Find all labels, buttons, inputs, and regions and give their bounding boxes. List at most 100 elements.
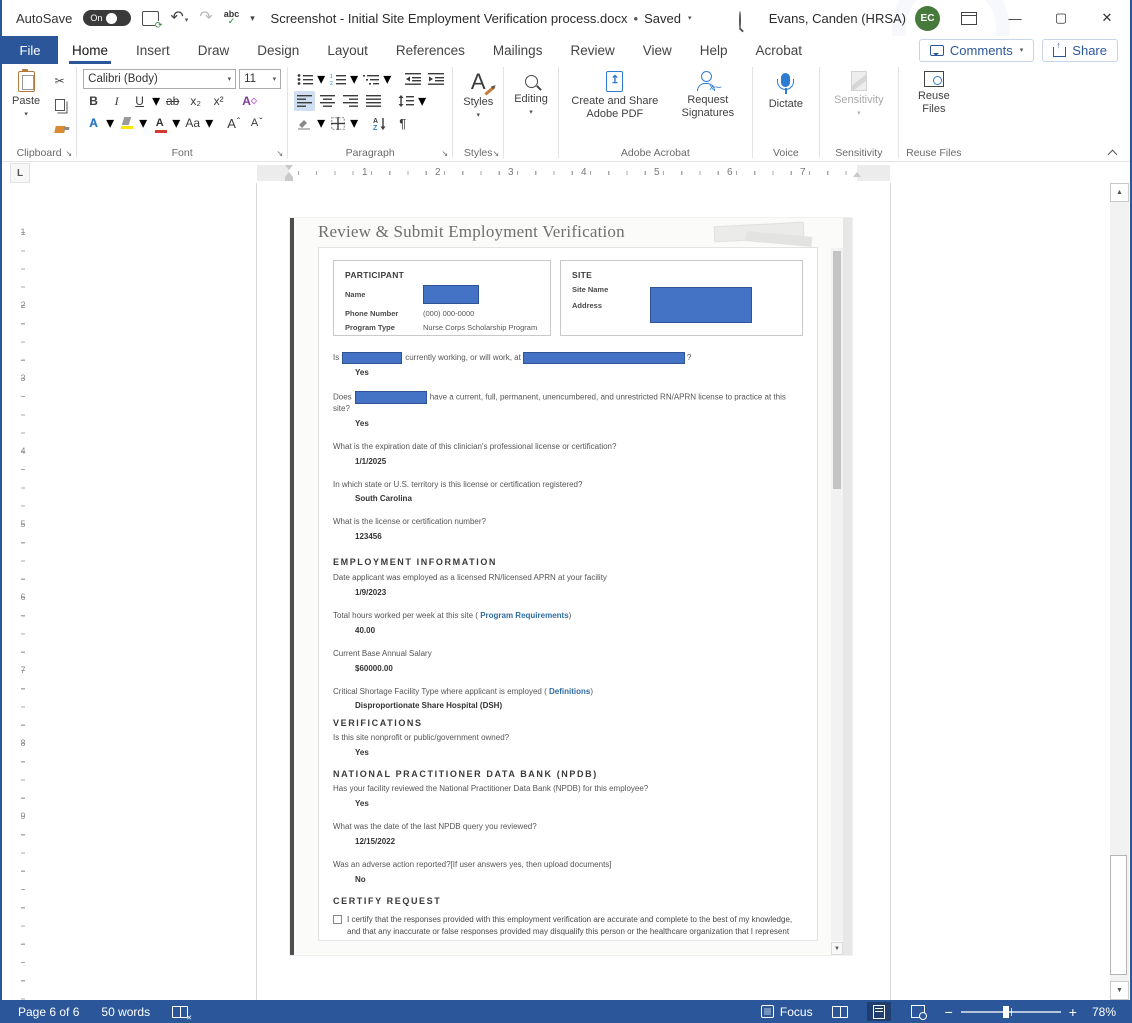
create-share-pdf-button[interactable]: Create and Share Adobe PDF <box>565 69 665 143</box>
zoom-level[interactable]: 78% <box>1092 1005 1116 1019</box>
dictate-button[interactable]: Dictate <box>759 69 813 143</box>
tab-file[interactable]: File <box>2 36 58 64</box>
bullets-button[interactable] <box>294 69 315 89</box>
paste-button[interactable]: Paste ▾ <box>8 69 44 143</box>
scroll-up-button[interactable]: ▲ <box>1110 183 1129 202</box>
program-requirements-link[interactable]: Program Requirements <box>480 611 568 620</box>
highlight-button[interactable] <box>116 113 137 133</box>
font-dialog-launcher[interactable]: ↘ <box>276 150 283 158</box>
styles-button[interactable]: A Styles ▾ <box>459 69 497 143</box>
borders-button[interactable] <box>327 113 348 133</box>
zoom-out-button[interactable]: − <box>945 1005 953 1019</box>
underline-button[interactable]: U <box>129 91 150 111</box>
tab-design[interactable]: Design <box>243 36 313 64</box>
definitions-link[interactable]: Definitions <box>549 687 590 696</box>
word-count[interactable]: 50 words <box>101 1005 150 1019</box>
autosave-toggle[interactable]: On <box>83 10 131 26</box>
tab-home[interactable]: Home <box>58 36 122 64</box>
left-indent-marker[interactable] <box>285 177 293 181</box>
tab-draw[interactable]: Draw <box>184 36 244 64</box>
editing-button[interactable]: Editing ▾ <box>510 69 552 143</box>
print-layout-button[interactable] <box>867 1002 891 1021</box>
cut-button[interactable]: ✂ <box>49 71 70 91</box>
align-right-button[interactable] <box>340 91 361 111</box>
redo-icon[interactable]: ↷ <box>199 10 212 26</box>
clear-formatting-button[interactable]: A◇ <box>239 91 260 111</box>
tab-references[interactable]: References <box>382 36 479 64</box>
show-marks-button[interactable]: ¶ <box>392 113 413 133</box>
close-button[interactable]: ✕ <box>1084 0 1130 36</box>
horizontal-ruler[interactable]: 1 2 3 4 5 6 7 <box>257 165 890 181</box>
tab-mailings[interactable]: Mailings <box>479 36 557 64</box>
minimize-button[interactable]: — <box>992 0 1038 36</box>
first-line-indent-marker[interactable] <box>285 165 293 170</box>
document-title[interactable]: Screenshot - Initial Site Employment Ver… <box>271 11 628 26</box>
subscript-button[interactable]: x₂ <box>185 91 206 111</box>
collapse-ribbon-button[interactable] <box>1108 148 1116 156</box>
form-scroll-down-button[interactable]: ▼ <box>831 942 843 955</box>
shading-button[interactable] <box>294 113 315 133</box>
right-indent-marker[interactable] <box>853 172 861 177</box>
account-area[interactable]: Evans, Canden (HRSA) EC <box>769 0 940 36</box>
zoom-in-button[interactable]: + <box>1069 1005 1077 1019</box>
italic-button[interactable]: I <box>106 91 127 111</box>
comments-button[interactable]: Comments▾ <box>919 39 1034 62</box>
maximize-button[interactable]: ▢ <box>1038 0 1084 36</box>
tab-view[interactable]: View <box>629 36 686 64</box>
tab-selector[interactable]: L <box>10 163 30 183</box>
reuse-files-button[interactable]: Reuse Files <box>905 69 963 143</box>
sort-button[interactable]: AZ <box>369 113 390 133</box>
web-layout-button[interactable] <box>906 1002 930 1021</box>
copy-button[interactable] <box>49 95 70 115</box>
decrease-indent-button[interactable] <box>402 69 423 89</box>
align-left-button[interactable] <box>294 91 315 111</box>
avatar[interactable]: EC <box>915 6 940 31</box>
form-scrollbar[interactable] <box>831 248 843 941</box>
tab-acrobat[interactable]: Acrobat <box>742 36 817 64</box>
form-scrollbar-thumb[interactable] <box>833 251 841 489</box>
focus-button[interactable]: Focus <box>761 1005 813 1019</box>
certify-checkbox[interactable] <box>333 915 342 924</box>
tab-help[interactable]: Help <box>686 36 742 64</box>
superscript-button[interactable]: x² <box>208 91 229 111</box>
scrollbar-thumb[interactable] <box>1110 855 1127 975</box>
format-painter-button[interactable] <box>49 119 70 139</box>
embedded-screenshot[interactable]: Review & Submit Employment Verification … <box>290 218 852 955</box>
vertical-scrollbar[interactable]: ▲ ▼ <box>1110 183 1129 1000</box>
font-color-button[interactable]: A <box>149 113 170 133</box>
bold-button[interactable]: B <box>83 91 104 111</box>
tab-layout[interactable]: Layout <box>313 36 382 64</box>
multilevel-list-button[interactable] <box>360 69 381 89</box>
share-button[interactable]: Share <box>1042 39 1118 62</box>
scrollbar-track[interactable] <box>1110 202 1129 981</box>
grow-font-button[interactable]: A <box>223 113 244 133</box>
increase-indent-button[interactable] <box>425 69 446 89</box>
styles-dialog-launcher[interactable]: ↘ <box>493 150 500 158</box>
read-mode-button[interactable] <box>828 1002 852 1021</box>
change-case-button[interactable]: Aa <box>182 113 203 133</box>
page-indicator[interactable]: Page 6 of 6 <box>18 1005 79 1019</box>
customize-qat-icon[interactable]: ▾ <box>250 13 255 24</box>
numbering-button[interactable]: 12 <box>327 69 348 89</box>
search-button[interactable] <box>739 12 741 30</box>
tab-review[interactable]: Review <box>556 36 628 64</box>
justify-button[interactable] <box>363 91 384 111</box>
font-size-select[interactable]: 11▾ <box>239 69 281 89</box>
ribbon-display-options-button[interactable] <box>946 0 992 36</box>
strikethrough-button[interactable]: ab <box>162 91 183 111</box>
text-effects-button[interactable]: A <box>83 113 104 133</box>
request-signatures-button[interactable]: Request Signatures <box>670 69 746 143</box>
zoom-slider[interactable] <box>961 1011 1061 1013</box>
clipboard-dialog-launcher[interactable]: ↘ <box>65 150 72 158</box>
align-center-button[interactable] <box>317 91 338 111</box>
tab-insert[interactable]: Insert <box>122 36 184 64</box>
undo-button[interactable]: ↶▾ <box>170 10 188 26</box>
zoom-slider-thumb[interactable] <box>1003 1006 1009 1018</box>
saved-status[interactable]: Saved <box>644 11 681 26</box>
save-icon[interactable] <box>142 11 159 26</box>
line-spacing-button[interactable] <box>395 91 416 111</box>
proofing-errors-icon[interactable] <box>172 1006 188 1018</box>
font-name-select[interactable]: Calibri (Body)▾ <box>83 69 236 89</box>
spellcheck-icon[interactable]: abc✓ <box>224 11 240 25</box>
paragraph-dialog-launcher[interactable]: ↘ <box>442 150 449 158</box>
